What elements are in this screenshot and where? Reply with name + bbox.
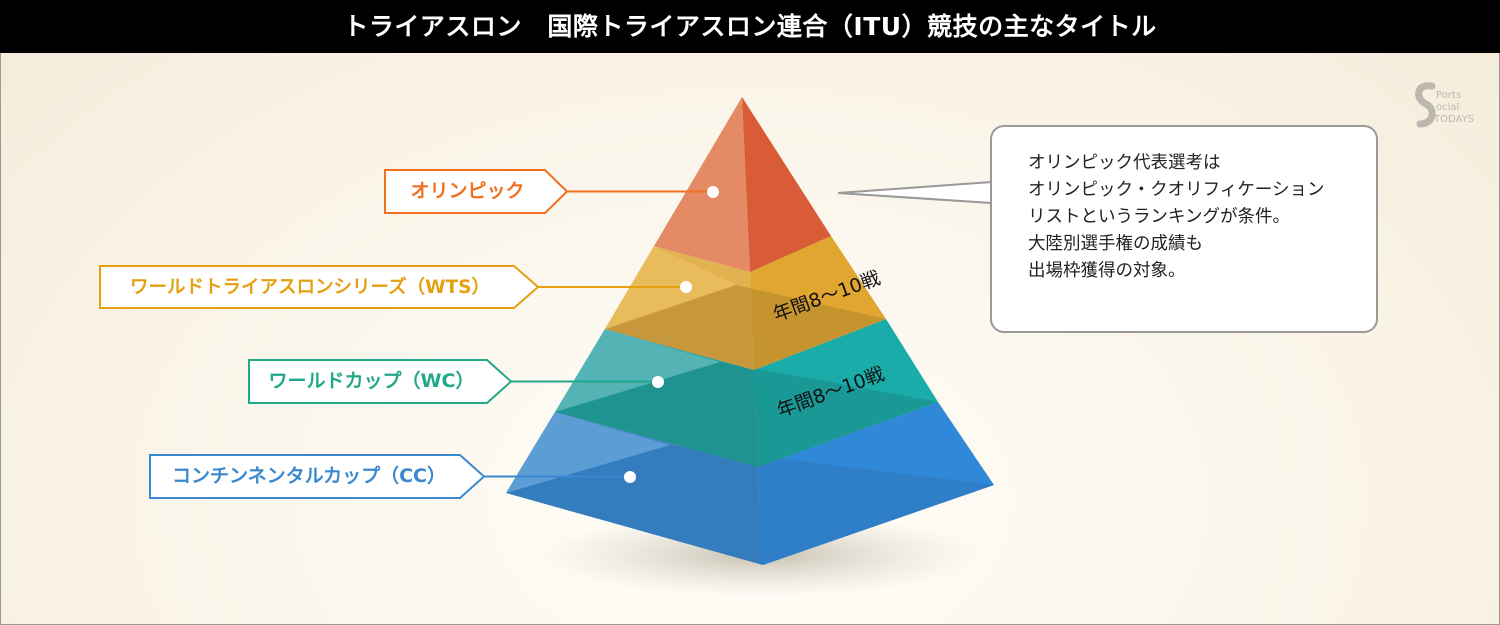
- callout-tail: [837, 180, 993, 205]
- tag-olympic: オリンピック: [410, 180, 525, 202]
- note-line: リストというランキングが条件。: [1028, 207, 1290, 227]
- note-line: オリンピック代表選考は: [1028, 153, 1221, 173]
- callout-text: オリンピック代表選考は オリンピック・クオリフィケーション リストというランキン…: [1028, 150, 1324, 285]
- tag-wts: ワールドトライアスロンシリーズ（WTS）: [130, 277, 490, 298]
- tier-olympic: [654, 97, 831, 272]
- tag-wc: ワールドカップ（WC）: [268, 370, 475, 392]
- note-line: 大陸別選手権の成績も: [1028, 234, 1203, 254]
- tag-cc: コンチンネンタルカップ（CC）: [172, 465, 446, 487]
- note-line: オリンピック・クオリフィケーション: [1028, 180, 1325, 200]
- note-line: 出場枠獲得の対象。: [1028, 261, 1186, 281]
